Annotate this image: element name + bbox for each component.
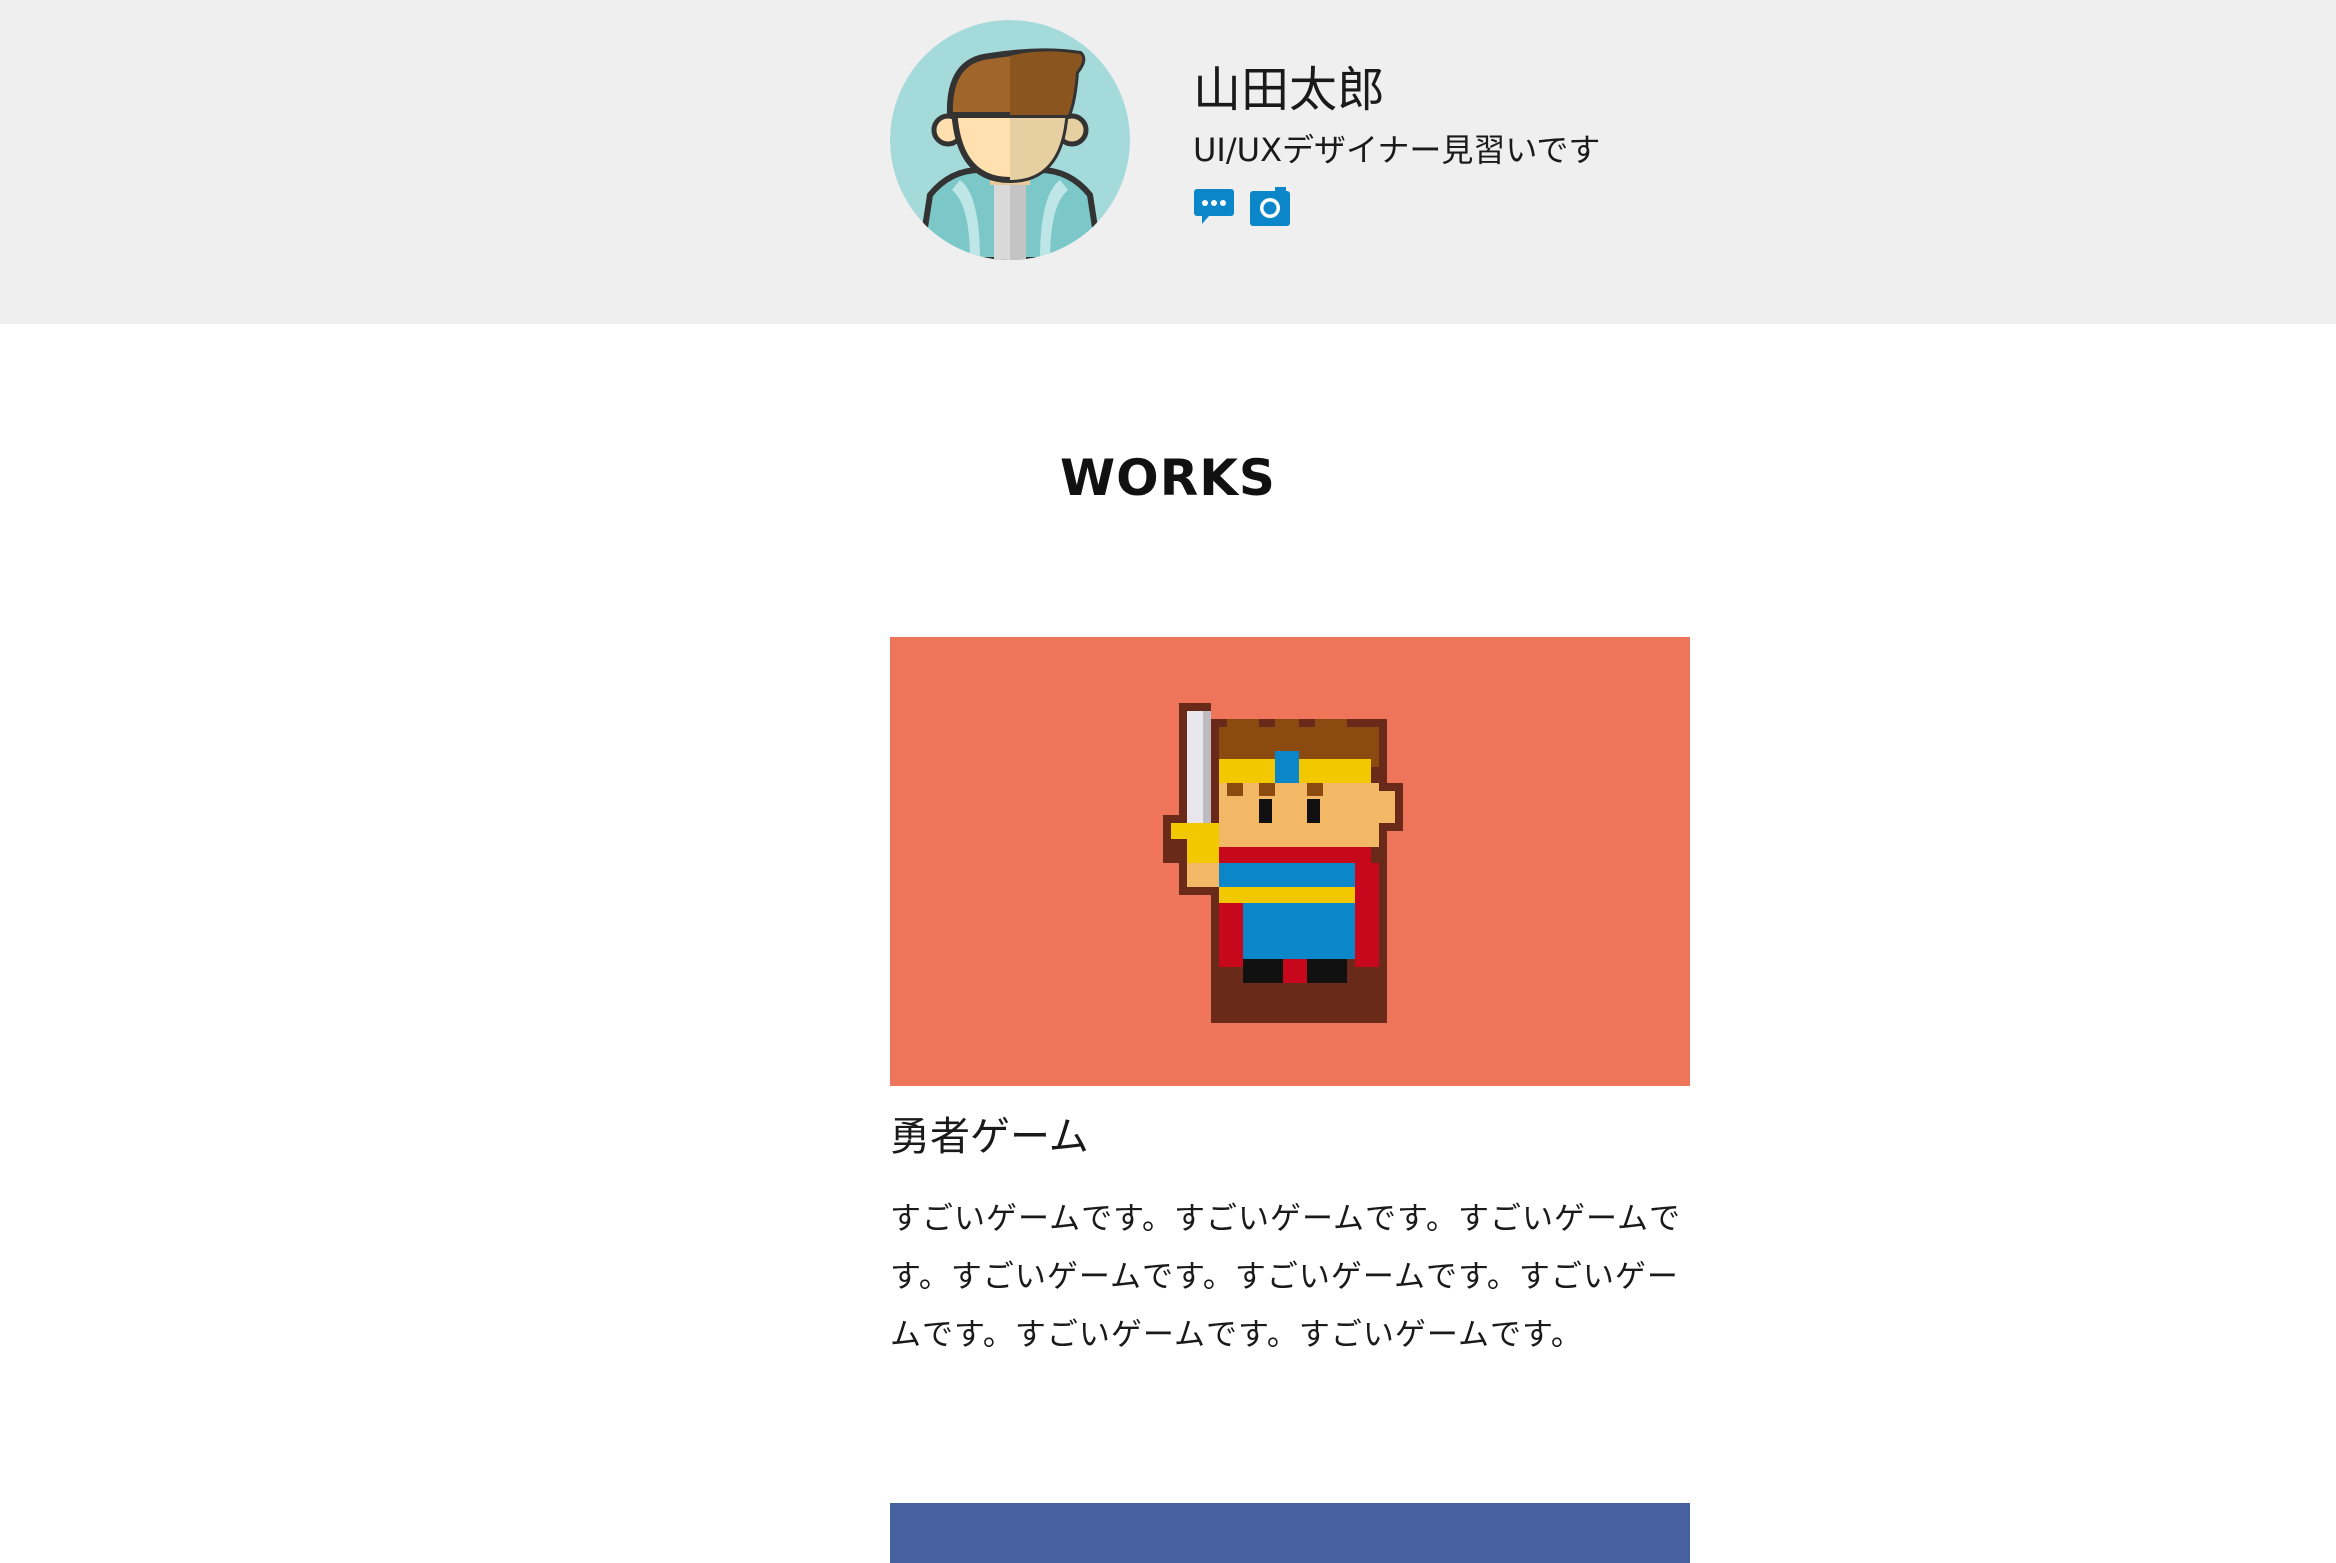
- avatar-illustration-icon: [890, 20, 1130, 260]
- work-title[interactable]: 勇者ゲーム: [890, 1110, 1690, 1164]
- work-thumbnail[interactable]: [890, 1503, 1690, 1563]
- work-thumbnail[interactable]: [890, 637, 1690, 1086]
- social-links: [1193, 185, 1291, 227]
- chat-bubble-icon[interactable]: [1193, 185, 1235, 227]
- profile-name: 山田太郎: [1193, 62, 1386, 118]
- avatar: [890, 20, 1130, 260]
- works-heading: WORKS: [1060, 449, 1276, 507]
- profile-header: 山田太郎 UI/UXデザイナー見習いです: [0, 0, 2336, 324]
- work-card[interactable]: [890, 1503, 1690, 1563]
- profile-title: UI/UXデザイナー見習いです: [1193, 131, 1601, 169]
- work-description: すごいゲームです。すごいゲームです。すごいゲームです。すごいゲームです。すごいゲ…: [890, 1201, 1682, 1353]
- camera-icon[interactable]: [1249, 185, 1291, 227]
- work-card[interactable]: 勇者ゲーム すごいゲームです。すごいゲームです。すごいゲームです。すごいゲームで…: [890, 637, 1690, 1364]
- pixel-hero-icon: [1163, 703, 1403, 1023]
